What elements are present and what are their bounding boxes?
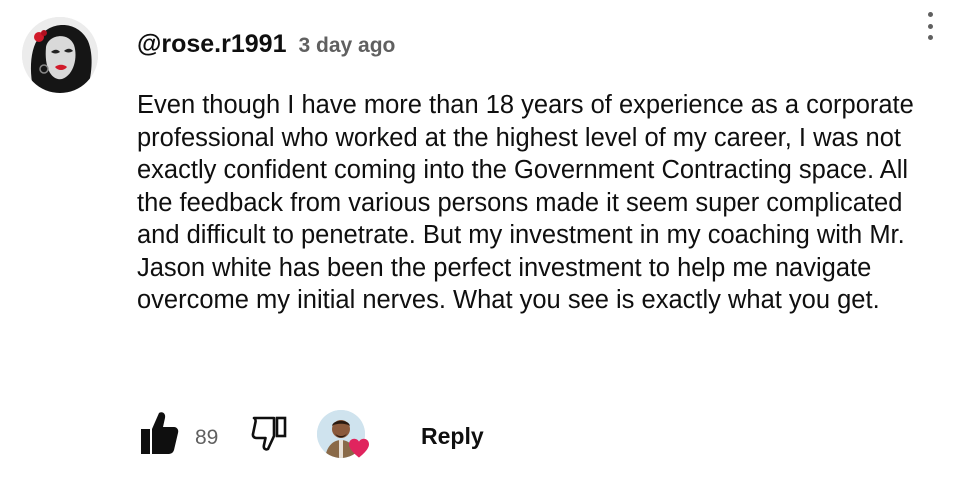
- like-count: 89: [195, 426, 219, 449]
- avatar-image: [22, 17, 98, 93]
- reply-button[interactable]: Reply: [421, 423, 484, 450]
- comment-action-bar: 89 Reply: [137, 409, 537, 461]
- creator-heart-badge[interactable]: [317, 410, 371, 462]
- menu-dot: [927, 23, 933, 29]
- thumbs-down-outline-icon: [251, 416, 287, 451]
- like-button[interactable]: [137, 409, 185, 459]
- more-vert-icon[interactable]: [918, 10, 942, 42]
- heart-icon: [349, 438, 369, 458]
- comment-header: @rose.r1991 3 day ago: [137, 30, 395, 59]
- menu-dot: [927, 35, 933, 40]
- comment-text: Even though I have more than 18 years of…: [137, 91, 914, 314]
- thumbs-up-filled-icon: [141, 412, 179, 454]
- commenter-handle[interactable]: @rose.r1991: [137, 30, 286, 59]
- comment-timestamp[interactable]: 3 day ago: [298, 34, 395, 58]
- dislike-button[interactable]: [250, 412, 294, 456]
- commenter-avatar[interactable]: [22, 17, 98, 93]
- menu-dot: [927, 12, 933, 17]
